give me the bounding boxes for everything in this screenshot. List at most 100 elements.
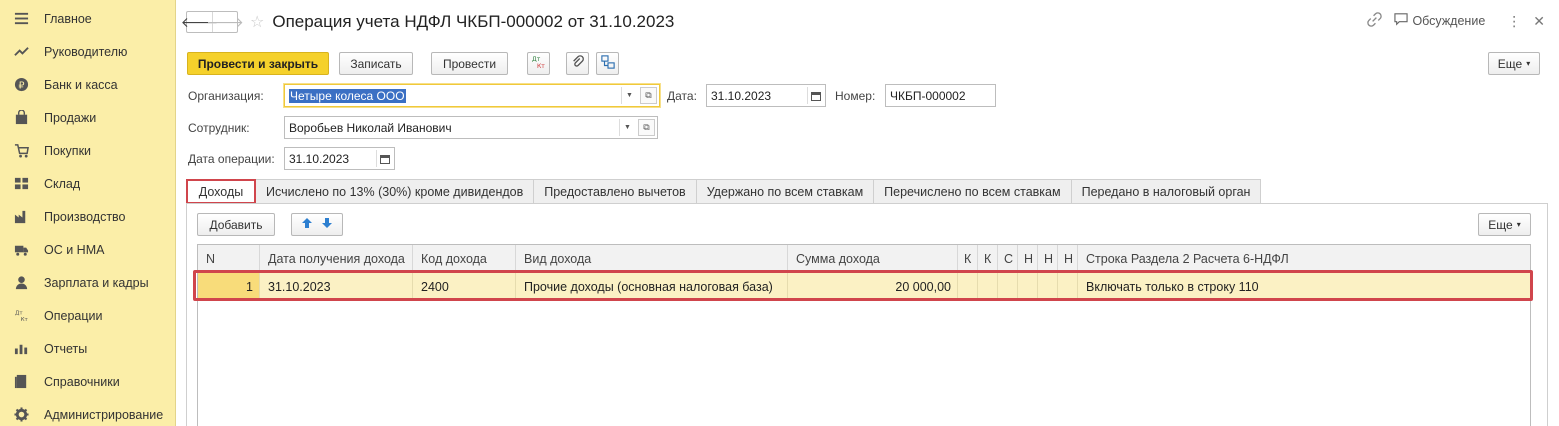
calendar-icon[interactable] — [376, 150, 392, 167]
more-button[interactable]: Еще ▾ — [1488, 52, 1540, 75]
sidebar-item-admin[interactable]: Администрирование — [0, 398, 176, 426]
chevron-down-icon: ▾ — [1526, 59, 1531, 68]
sidebar-item-salary[interactable]: Зарплата и кадры — [0, 266, 176, 299]
number-label: Номер: — [835, 89, 876, 103]
sidebar-item-bank[interactable]: ₽ Банк и касса — [0, 68, 176, 101]
operation-date-value: 31.10.2023 — [289, 151, 350, 166]
tabs: Доходы Исчислено по 13% (30%) кроме диви… — [186, 179, 1262, 204]
sidebar-item-label: Справочники — [44, 374, 120, 389]
link-icon[interactable] — [1367, 12, 1383, 30]
svg-text:Дт: Дт — [532, 56, 541, 63]
favorite-star-icon[interactable]: ☆ — [250, 12, 264, 32]
date-field[interactable]: 31.10.2023 — [706, 84, 826, 107]
sidebar-item-operations[interactable]: Дт Кт Операции — [0, 299, 176, 332]
row-highlight-frame — [193, 270, 1533, 301]
factory-icon — [12, 208, 30, 226]
discussion-button[interactable]: Обсуждение — [1394, 13, 1485, 29]
sidebar-item-label: Покупки — [44, 143, 92, 158]
dropdown-icon[interactable]: ▼ — [621, 87, 637, 104]
sidebar-item-catalogs[interactable]: Справочники — [0, 365, 176, 398]
column-header[interactable]: Н — [1038, 245, 1058, 272]
post-button[interactable]: Провести — [431, 52, 508, 75]
sidebar-item-warehouse[interactable]: Склад — [0, 167, 176, 200]
organization-value: Четыре колеса ООО — [289, 88, 406, 103]
structure-button[interactable] — [596, 52, 619, 75]
operation-date-field[interactable]: 31.10.2023 — [284, 147, 395, 170]
column-header[interactable]: N — [198, 245, 260, 272]
sidebar-item-label: Склад — [44, 176, 81, 191]
employee-label: Сотрудник: — [188, 121, 250, 135]
close-icon[interactable]: ✕ — [1533, 13, 1545, 30]
tab-income[interactable]: Доходы — [186, 179, 256, 204]
employee-field[interactable]: Воробьев Николай Иванович ▼ ⧉ — [284, 116, 658, 139]
number-field[interactable]: ЧКБП-000002 — [885, 84, 996, 107]
attach-button[interactable] — [566, 52, 589, 75]
open-icon[interactable]: ⧉ — [638, 119, 655, 136]
organization-label: Организация: — [188, 89, 264, 103]
book-icon — [12, 373, 30, 391]
dt-kt-button[interactable]: Дт Кт — [527, 52, 550, 75]
column-header[interactable]: Н — [1058, 245, 1078, 272]
column-header[interactable]: Вид дохода — [516, 245, 788, 272]
more-vert-icon[interactable]: ⋮ — [1507, 13, 1521, 30]
page-title: Операция учета НДФЛ ЧКБП-000002 от 31.10… — [272, 12, 675, 31]
employee-value: Воробьев Николай Иванович — [289, 120, 452, 135]
table-more-button[interactable]: Еще ▾ — [1478, 213, 1531, 236]
sidebar-item-reports[interactable]: Отчеты — [0, 332, 176, 365]
tab-calculated[interactable]: Исчислено по 13% (30%) кроме дивидендов — [256, 179, 535, 204]
column-header[interactable]: К — [978, 245, 998, 272]
svg-text:₽: ₽ — [18, 80, 24, 91]
forward-button[interactable]: 🡒 — [206, 12, 244, 32]
sidebar-item-label: Отчеты — [44, 341, 88, 356]
move-buttons — [291, 213, 343, 236]
truck-icon — [12, 241, 30, 259]
tab-withheld[interactable]: Удержано по всем ставкам — [696, 179, 875, 204]
cart-icon — [12, 142, 30, 160]
calendar-icon[interactable] — [807, 87, 823, 104]
tab-deductions[interactable]: Предоставлено вычетов — [534, 179, 697, 204]
dt-kt-icon: Дт Кт — [12, 307, 30, 325]
sidebar-item-label: Главное — [44, 11, 92, 26]
sidebar-item-production[interactable]: Производство — [0, 200, 176, 233]
column-header[interactable]: Сумма дохода — [788, 245, 958, 272]
sidebar-item-label: Продажи — [44, 110, 97, 125]
sidebar-item-label: Администрирование — [44, 407, 164, 422]
chart-icon — [12, 340, 30, 358]
column-header[interactable]: Н — [1018, 245, 1038, 272]
move-down-icon[interactable] — [321, 217, 333, 232]
column-header[interactable]: Строка Раздела 2 Расчета 6-НДФЛ — [1078, 245, 1530, 272]
svg-text:Кт: Кт — [20, 317, 28, 323]
open-icon[interactable]: ⧉ — [640, 87, 657, 104]
gear-icon — [12, 406, 30, 424]
tab-tax-authority[interactable]: Передано в налоговый орган — [1071, 179, 1262, 204]
chat-icon — [1394, 13, 1409, 29]
sidebar-item-label: Руководителю — [44, 44, 128, 59]
sidebar-item-assets[interactable]: ОС и НМА — [0, 233, 176, 266]
save-button[interactable]: Записать — [339, 52, 413, 75]
organization-field[interactable]: Четыре колеса ООО ▼ ⧉ — [284, 84, 660, 107]
title-actions: Обсуждение ⋮ ✕ — [1367, 12, 1545, 30]
add-button[interactable]: Добавить — [197, 213, 275, 236]
tab-transferred[interactable]: Перечислено по всем ставкам — [874, 179, 1072, 204]
sidebar-item-manager[interactable]: Руководителю — [0, 35, 176, 68]
warehouse-icon — [12, 175, 30, 193]
column-header[interactable]: С — [998, 245, 1018, 272]
column-header[interactable]: Код дохода — [413, 245, 516, 272]
dropdown-icon[interactable]: ▼ — [619, 119, 635, 136]
dt-kt-icon: Дт Кт — [531, 54, 547, 73]
sidebar-item-purchases[interactable]: Покупки — [0, 134, 176, 167]
sidebar: Главное Руководителю ₽ Банк и касса Прод… — [0, 0, 176, 426]
menu-icon — [12, 10, 30, 28]
svg-text:Кт: Кт — [537, 63, 545, 70]
sidebar-item-sales[interactable]: Продажи — [0, 101, 176, 134]
column-header[interactable]: К — [958, 245, 978, 272]
more-label: Еще — [1497, 56, 1523, 71]
post-and-close-button[interactable]: Провести и закрыть — [187, 52, 329, 75]
sidebar-item-main[interactable]: Главное — [0, 2, 176, 35]
ruble-icon: ₽ — [12, 76, 30, 94]
move-up-icon[interactable] — [301, 217, 313, 232]
sidebar-item-label: Банк и касса — [44, 77, 118, 92]
sidebar-item-label: Производство — [44, 209, 126, 224]
column-header[interactable]: Дата получения дохода — [260, 245, 413, 272]
person-icon — [12, 274, 30, 292]
